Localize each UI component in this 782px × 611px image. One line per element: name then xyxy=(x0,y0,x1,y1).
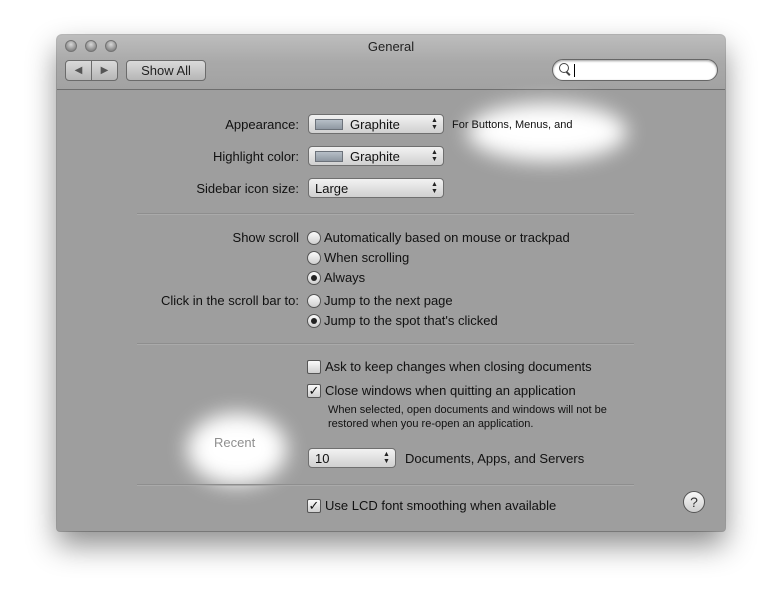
ask-keep-changes-label: Ask to keep changes when closing documen… xyxy=(325,359,592,374)
text-caret xyxy=(574,64,575,77)
window-title: General xyxy=(367,39,415,54)
click-option-label: Jump to the spot that's clicked xyxy=(324,313,498,328)
click-option-next-page[interactable]: Jump to the next page xyxy=(307,293,453,308)
blur-overlay xyxy=(467,103,627,161)
close-windows-description-line1: When selected, open documents and window… xyxy=(328,404,607,416)
appearance-popup[interactable]: Graphite ▲ ▼ xyxy=(308,114,444,134)
popup-arrows-icon: ▲ ▼ xyxy=(383,451,390,465)
radio-button-selected[interactable] xyxy=(307,313,321,328)
divider xyxy=(137,213,634,214)
scroll-option-label: Automatically based on mouse or trackpad xyxy=(324,230,570,245)
click-scroll-bar-label: Click in the scroll bar to: xyxy=(161,293,299,308)
close-windows-description-line2: restored when you re-open an application… xyxy=(328,418,534,430)
back-forward-group: ◀ ▶ xyxy=(65,60,118,81)
sidebar-icon-size-label: Sidebar icon size: xyxy=(196,181,299,196)
radio-button-selected[interactable] xyxy=(307,270,321,285)
click-option-spot-clicked[interactable]: Jump to the spot that's clicked xyxy=(307,313,498,328)
back-arrow-icon[interactable]: ◀ xyxy=(66,61,91,80)
graphite-swatch-icon xyxy=(315,150,343,162)
highlight-value: Graphite xyxy=(350,148,400,164)
highlight-color-popup[interactable]: Graphite ▲ ▼ xyxy=(308,146,444,166)
scroll-option-label: Always xyxy=(324,270,366,285)
checkbox-checked[interactable]: ✓ xyxy=(307,383,321,398)
search-field[interactable] xyxy=(552,59,718,81)
lcd-font-smoothing-label: Use LCD font smoothing when available xyxy=(325,498,557,513)
radio-button[interactable] xyxy=(307,293,321,308)
titlebar: General ◀ ▶ Show All xyxy=(57,35,725,90)
recent-items-count-popup[interactable]: 10 ▲ ▼ xyxy=(308,448,396,468)
popup-arrows-icon: ▲ ▼ xyxy=(431,117,438,131)
click-option-label: Jump to the next page xyxy=(324,293,453,308)
scroll-option-automatic[interactable]: Automatically based on mouse or trackpad xyxy=(307,230,570,245)
graphite-swatch-icon xyxy=(315,118,343,130)
sidebar-icon-size-popup[interactable]: Large ▲ ▼ xyxy=(308,178,444,198)
appearance-label: Appearance: xyxy=(225,117,299,132)
scroll-option-label: When scrolling xyxy=(324,250,410,265)
show-scroll-label: Show scroll xyxy=(232,230,299,245)
help-button[interactable]: ? xyxy=(683,491,705,513)
lcd-font-smoothing-option[interactable]: ✓ Use LCD font smoothing when available xyxy=(307,498,556,513)
show-all-button[interactable]: Show All xyxy=(126,60,206,81)
highlight-label: Highlight color: xyxy=(213,149,299,164)
divider xyxy=(137,484,634,485)
checkbox[interactable] xyxy=(307,359,321,374)
scroll-option-always[interactable]: Always xyxy=(307,270,365,285)
preferences-window: General ◀ ▶ Show All Appearance: Graphit… xyxy=(57,35,725,531)
appearance-value: Graphite xyxy=(350,116,400,132)
recent-items-suffix: Documents, Apps, and Servers xyxy=(405,451,585,466)
scroll-option-when-scrolling[interactable]: When scrolling xyxy=(307,250,409,265)
close-windows-option[interactable]: ✓ Close windows when quitting an applica… xyxy=(307,383,576,398)
appearance-note: For Buttons, Menus, and xyxy=(452,119,573,131)
radio-button[interactable] xyxy=(307,230,321,245)
divider xyxy=(137,343,634,344)
popup-arrows-icon: ▲ ▼ xyxy=(431,149,438,163)
recent-items-count-value: 10 xyxy=(315,450,330,466)
close-windows-label: Close windows when quitting an applicati… xyxy=(325,383,576,398)
ask-keep-changes-option[interactable]: Ask to keep changes when closing documen… xyxy=(307,359,592,374)
popup-arrows-icon: ▲ ▼ xyxy=(431,181,438,195)
radio-button[interactable] xyxy=(307,250,321,265)
recent-items-label: Recent xyxy=(214,435,256,450)
search-icon xyxy=(559,63,571,77)
sidebar-icon-size-value: Large xyxy=(315,180,349,196)
forward-arrow-icon[interactable]: ▶ xyxy=(91,61,117,80)
checkbox-checked[interactable]: ✓ xyxy=(307,498,321,513)
